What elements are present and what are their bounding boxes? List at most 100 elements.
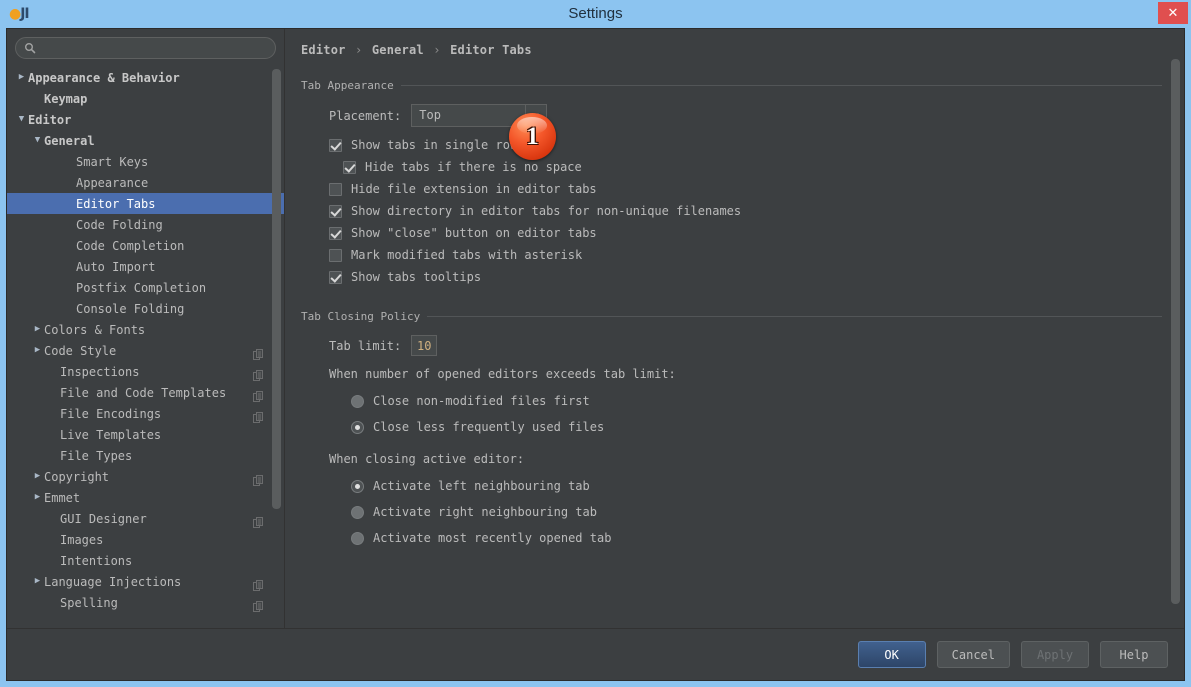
sidebar-item-console-folding[interactable]: ▶Console Folding: [7, 298, 284, 319]
checkbox-show-directory-in-editor-tabs-for-non-unique-filenames[interactable]: Show directory in editor tabs for non-un…: [329, 204, 1162, 218]
search-input[interactable]: [36, 39, 275, 57]
checkbox-hide-tabs-if-there-is-no-space[interactable]: Hide tabs if there is no space: [343, 160, 1162, 174]
sidebar-item-code-completion[interactable]: ▶Code Completion: [7, 235, 284, 256]
copy-icon: [253, 345, 264, 356]
sidebar-item-code-folding[interactable]: ▶Code Folding: [7, 214, 284, 235]
radio-activate-most-recently-opened-tab[interactable]: Activate most recently opened tab: [351, 531, 1162, 545]
chevron-down-icon[interactable]: ▼: [525, 105, 546, 126]
radio-activate-left-neighbouring-tab[interactable]: Activate left neighbouring tab: [351, 479, 1162, 493]
radio-selected-icon[interactable]: [351, 480, 364, 493]
sidebar-item-label: Images: [60, 533, 103, 547]
sidebar-item-postfix-completion[interactable]: ▶Postfix Completion: [7, 277, 284, 298]
search-field[interactable]: [15, 37, 276, 59]
sidebar-item-label: Colors & Fonts: [44, 323, 145, 337]
sidebar-item-code-style[interactable]: ▶Code Style: [7, 340, 284, 361]
chevron-right-icon[interactable]: ▶: [31, 487, 44, 508]
section-title: Tab Appearance: [301, 79, 394, 92]
radio-unselected-icon[interactable]: [351, 506, 364, 519]
sidebar-item-label: Appearance: [76, 176, 148, 190]
sidebar-scrollbar[interactable]: [272, 63, 281, 624]
section-rule: [427, 316, 1162, 317]
breadcrumb-part[interactable]: Editor: [301, 43, 346, 57]
sidebar-item-label: Code Folding: [76, 218, 163, 232]
sidebar-item-colors-fonts[interactable]: ▶Colors & Fonts: [7, 319, 284, 340]
sidebar-item-file-and-code-templates[interactable]: ▶File and Code Templates: [7, 382, 284, 403]
sidebar-item-auto-import[interactable]: ▶Auto Import: [7, 256, 284, 277]
checkbox-label: Hide tabs if there is no space: [365, 160, 582, 174]
checkbox-checked-icon[interactable]: [329, 139, 342, 152]
section-rule: [401, 85, 1162, 86]
sidebar-item-intentions[interactable]: ▶Intentions: [7, 550, 284, 571]
placement-row: Placement: Top ▼: [329, 104, 1162, 127]
sidebar-item-label: Code Completion: [76, 239, 184, 253]
sidebar-item-images[interactable]: ▶Images: [7, 529, 284, 550]
sidebar-item-editor-tabs[interactable]: ▶Editor Tabs: [7, 193, 284, 214]
radio-close-non-modified-files-first[interactable]: Close non-modified files first: [351, 394, 1162, 408]
radio-label: Close non-modified files first: [373, 394, 590, 408]
chevron-right-icon[interactable]: ▶: [15, 67, 28, 88]
sidebar-scrollbar-thumb[interactable]: [272, 69, 281, 509]
sidebar-item-editor[interactable]: ▼Editor: [7, 109, 284, 130]
checkbox-checked-icon[interactable]: [329, 205, 342, 218]
checkbox-checked-icon[interactable]: [343, 161, 356, 174]
radio-unselected-icon[interactable]: [351, 532, 364, 545]
chevron-right-icon[interactable]: ▶: [31, 571, 44, 592]
tab-limit-input[interactable]: [411, 335, 437, 356]
checkbox-unchecked-icon[interactable]: [329, 249, 342, 262]
radio-close-less-frequently-used-files[interactable]: Close less frequently used files: [351, 420, 1162, 434]
sidebar-item-emmet[interactable]: ▶Emmet: [7, 487, 284, 508]
intellij-idea-icon: ●JI: [9, 5, 27, 23]
exceeds-limit-radio-group: Close non-modified files first Close less…: [301, 394, 1162, 434]
sidebar-item-live-templates[interactable]: ▶Live Templates: [7, 424, 284, 445]
sidebar-item-spelling[interactable]: ▶Spelling: [7, 592, 284, 613]
chevron-right-icon[interactable]: ▶: [31, 340, 44, 361]
search-icon: [24, 42, 36, 54]
sidebar-item-keymap[interactable]: ▶Keymap: [7, 88, 284, 109]
radio-selected-icon[interactable]: [351, 421, 364, 434]
checkbox-show-tabs-tooltips[interactable]: Show tabs tooltips: [329, 270, 1162, 284]
checkbox-checked-icon[interactable]: [329, 227, 342, 240]
sidebar-item-label: Editor: [28, 113, 71, 127]
sidebar-item-file-encodings[interactable]: ▶File Encodings: [7, 403, 284, 424]
apply-button[interactable]: Apply: [1021, 641, 1089, 668]
tab-limit-row: Tab limit:: [329, 335, 1162, 356]
sidebar-item-smart-keys[interactable]: ▶Smart Keys: [7, 151, 284, 172]
cancel-button[interactable]: Cancel: [937, 641, 1010, 668]
sidebar-item-gui-designer[interactable]: ▶GUI Designer: [7, 508, 284, 529]
chevron-right-icon[interactable]: ▶: [31, 319, 44, 340]
tab-appearance-options: Show tabs in single row Hide tabs if ther…: [301, 138, 1162, 284]
chevron-down-icon[interactable]: ▼: [15, 109, 28, 130]
sidebar-item-general[interactable]: ▼General: [7, 130, 284, 151]
copy-icon: [253, 513, 264, 524]
breadcrumb-part[interactable]: General: [372, 43, 424, 57]
chevron-down-icon[interactable]: ▼: [31, 130, 44, 151]
sidebar-item-label: File and Code Templates: [60, 386, 226, 400]
detail-scrollbar[interactable]: [1171, 33, 1180, 624]
chevron-right-icon[interactable]: ▶: [31, 466, 44, 487]
sidebar-item-inspections[interactable]: ▶Inspections: [7, 361, 284, 382]
checkbox-unchecked-icon[interactable]: [329, 183, 342, 196]
sidebar-item-label: Language Injections: [44, 575, 181, 589]
radio-unselected-icon[interactable]: [351, 395, 364, 408]
sidebar-item-label: Live Templates: [60, 428, 161, 442]
detail-scrollbar-thumb[interactable]: [1171, 59, 1180, 604]
help-button[interactable]: Help: [1100, 641, 1168, 668]
sidebar-item-file-types[interactable]: ▶File Types: [7, 445, 284, 466]
placement-dropdown[interactable]: Top ▼: [411, 104, 547, 127]
sidebar-item-label: Spelling: [60, 596, 118, 610]
checkbox-hide-file-extension-in-editor-tabs[interactable]: Hide file extension in editor tabs: [329, 182, 1162, 196]
sidebar-item-appearance[interactable]: ▶Appearance: [7, 172, 284, 193]
checkbox-mark-modified-tabs-with-asterisk[interactable]: Mark modified tabs with asterisk: [329, 248, 1162, 262]
radio-activate-right-neighbouring-tab[interactable]: Activate right neighbouring tab: [351, 505, 1162, 519]
ok-button[interactable]: OK: [858, 641, 926, 668]
sidebar-item-copyright[interactable]: ▶Copyright: [7, 466, 284, 487]
sidebar-item-label: Copyright: [44, 470, 109, 484]
close-icon[interactable]: ✕: [1158, 2, 1188, 24]
sidebar-item-appearance-behavior[interactable]: ▶Appearance & Behavior: [7, 67, 284, 88]
checkbox-show-close-button-on-editor-tabs[interactable]: Show "close" button on editor tabs: [329, 226, 1162, 240]
sidebar-item-language-injections[interactable]: ▶Language Injections: [7, 571, 284, 592]
checkbox-show-tabs-in-single-row[interactable]: Show tabs in single row: [329, 138, 1162, 152]
section-title: Tab Closing Policy: [301, 310, 420, 323]
sidebar-item-label: Smart Keys: [76, 155, 148, 169]
checkbox-checked-icon[interactable]: [329, 271, 342, 284]
